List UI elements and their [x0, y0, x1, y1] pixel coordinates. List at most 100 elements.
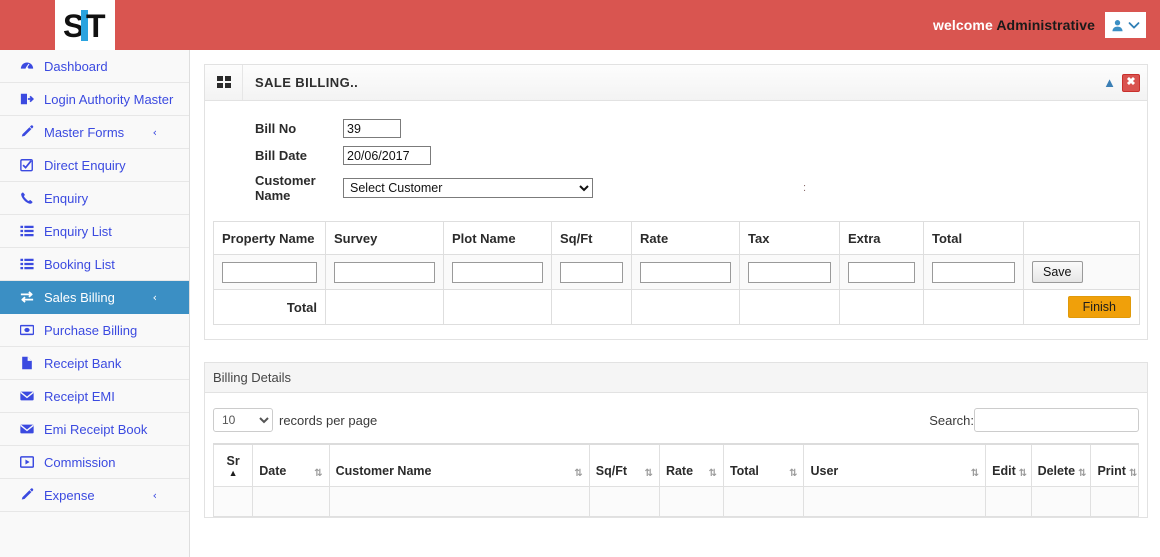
- phone-icon: [20, 191, 38, 205]
- chevron-up-icon[interactable]: ▲: [1103, 76, 1116, 89]
- items-input-7[interactable]: [932, 261, 1015, 283]
- sidebar-item-label: Enquiry List: [44, 223, 112, 239]
- billing-col-label: Date: [259, 463, 287, 478]
- trailing-colon-mark: :: [803, 181, 807, 194]
- chevron-left-icon: ‹: [152, 125, 157, 139]
- bill-date-input[interactable]: [343, 146, 431, 165]
- sidebar-item-label: Commission: [44, 454, 116, 470]
- sale-items-table: Property Name Survey Plot Name Sq/Ft Rate Tax…: [213, 221, 1140, 325]
- items-input-0[interactable]: [222, 261, 317, 283]
- billing-col-header-rate[interactable]: Rate ⇅: [658, 443, 724, 487]
- items-col-header: Plot Name: [443, 221, 552, 255]
- sidebar-item-label: Booking List: [44, 256, 115, 272]
- table-cell: [803, 485, 987, 517]
- save-button[interactable]: Save: [1032, 261, 1083, 283]
- sidebar-item-master-forms[interactable]: Master Forms ‹: [0, 116, 189, 149]
- items-input-cell: [739, 254, 840, 290]
- billing-details-header-row: Sr ▲ Date ⇅ Customer Name ⇅ Sq/Ft ⇅ Rate ⇅ Total ⇅ U…: [212, 443, 1139, 487]
- sort-both-icon: ⇅: [970, 467, 980, 479]
- items-col-header: Property Name: [213, 221, 326, 255]
- customer-select[interactable]: Select Customer: [343, 178, 593, 198]
- billing-col-label: Print: [1097, 463, 1126, 478]
- items-total-cell: [551, 289, 632, 325]
- items-input-1[interactable]: [334, 261, 435, 283]
- app-logo[interactable]: S T: [55, 0, 115, 52]
- items-header-row: Property Name Survey Plot Name Sq/Ft Rate Tax…: [213, 221, 1140, 255]
- panel-tools: ▲ ✖: [1103, 65, 1147, 100]
- billing-col-header-sq-ft[interactable]: Sq/Ft ⇅: [588, 443, 660, 487]
- sidebar-item-label: Receipt Bank: [44, 355, 122, 371]
- items-total-cell: [839, 289, 924, 325]
- envelope-icon: [20, 422, 38, 436]
- items-input-2[interactable]: [452, 261, 543, 283]
- sign-in-icon: [20, 93, 34, 105]
- sidebar-item-receipt-emi[interactable]: Receipt EMI: [0, 380, 189, 413]
- billing-col-label: Customer Name: [335, 463, 432, 478]
- search-area: Search:: [929, 408, 1139, 432]
- sort-both-icon: ⇅: [1078, 467, 1087, 479]
- billing-col-header-total[interactable]: Total ⇅: [722, 443, 805, 487]
- items-input-3[interactable]: [560, 261, 623, 283]
- sidebar-item-label: Purchase Billing: [44, 322, 138, 338]
- billing-details-panel: Billing Details 102550100 records per pa…: [204, 362, 1148, 518]
- sidebar-item-booking-list[interactable]: Booking List: [0, 248, 189, 281]
- search-input[interactable]: [974, 408, 1139, 432]
- envelope-icon: [20, 391, 34, 401]
- billing-col-label: Rate: [665, 463, 694, 478]
- items-input-cell: [443, 254, 552, 290]
- sort-both-icon: ⇅: [789, 467, 798, 479]
- sort-both-icon: ⇅: [1128, 467, 1138, 479]
- items-input-6[interactable]: [848, 261, 915, 283]
- table-cell: [985, 485, 1032, 517]
- items-total-cell: [631, 289, 740, 325]
- panel-title: SALE BILLING..: [255, 75, 359, 90]
- phone-icon: [21, 192, 33, 204]
- file-icon: [22, 356, 32, 370]
- sidebar-item-receipt-bank[interactable]: Receipt Bank: [0, 347, 189, 380]
- billing-col-label: User: [810, 463, 839, 478]
- close-icon[interactable]: ✖: [1122, 73, 1140, 92]
- billing-col-header-user[interactable]: User ⇅: [803, 443, 987, 487]
- items-input-cell: [213, 254, 326, 290]
- billing-col-header-print[interactable]: Print ⇅: [1090, 443, 1139, 487]
- sidebar-item-expense[interactable]: Expense ‹: [0, 479, 189, 512]
- billing-col-header-edit[interactable]: Edit ⇅: [985, 443, 1032, 487]
- items-total-cell: [739, 289, 840, 325]
- chevron-down-icon: [1128, 22, 1140, 29]
- billing-details-header: Billing Details: [205, 363, 1147, 393]
- items-input-cell: [631, 254, 740, 290]
- records-per-page-label: records per page: [279, 412, 378, 428]
- table-row: [212, 485, 1139, 517]
- billing-col-header-sr[interactable]: Sr ▲: [212, 443, 254, 487]
- sidebar-item-dashboard[interactable]: Dashboard: [0, 50, 189, 83]
- sidebar-item-commission[interactable]: Commission: [0, 446, 189, 479]
- customer-name-label: Customer Name: [255, 173, 316, 203]
- bill-no-input[interactable]: [343, 119, 401, 138]
- billing-col-header-date[interactable]: Date ⇅: [252, 443, 330, 487]
- items-input-4[interactable]: [640, 261, 731, 283]
- items-input-5[interactable]: [748, 261, 831, 283]
- sidebar-item-purchase-billing[interactable]: Purchase Billing: [0, 314, 189, 347]
- billing-col-label: Sr: [226, 453, 240, 468]
- welcome-message: welcome Administrative: [933, 17, 1095, 33]
- datatable-controls: 102550100 records per page Search:: [213, 403, 1139, 437]
- sidebar-item-enquiry-list[interactable]: Enquiry List: [0, 215, 189, 248]
- billing-details-table: Sr ▲ Date ⇅ Customer Name ⇅ Sq/Ft ⇅ Rate ⇅ Total ⇅ U…: [212, 443, 1139, 517]
- sidebar-item-emi-receipt-book[interactable]: Emi Receipt Book: [0, 413, 189, 446]
- customer-name-row: Customer Name Select Customer :: [213, 173, 1139, 203]
- sidebar-item-login-authority-master[interactable]: Login Authority Master: [0, 83, 189, 116]
- sidebar-item-enquiry[interactable]: Enquiry: [0, 182, 189, 215]
- bill-date-label: Bill Date: [255, 148, 308, 163]
- items-col-header: Tax: [739, 221, 840, 255]
- sidebar-item-sales-billing[interactable]: Sales Billing ‹: [0, 281, 189, 314]
- sidebar-item-direct-enquiry[interactable]: Direct Enquiry: [0, 149, 189, 182]
- records-per-page-select[interactable]: 102550100: [213, 408, 273, 432]
- billing-col-header-delete[interactable]: Delete ⇅: [1030, 443, 1092, 487]
- billing-col-header-customer-name[interactable]: Customer Name ⇅: [328, 443, 590, 487]
- items-col-header: Rate: [631, 221, 740, 255]
- user-menu-button[interactable]: [1105, 12, 1146, 38]
- table-cell: [722, 485, 805, 517]
- sidebar-item-label: Expense: [44, 487, 95, 503]
- sign-in-icon: [20, 92, 38, 106]
- finish-button[interactable]: Finish: [1067, 296, 1131, 318]
